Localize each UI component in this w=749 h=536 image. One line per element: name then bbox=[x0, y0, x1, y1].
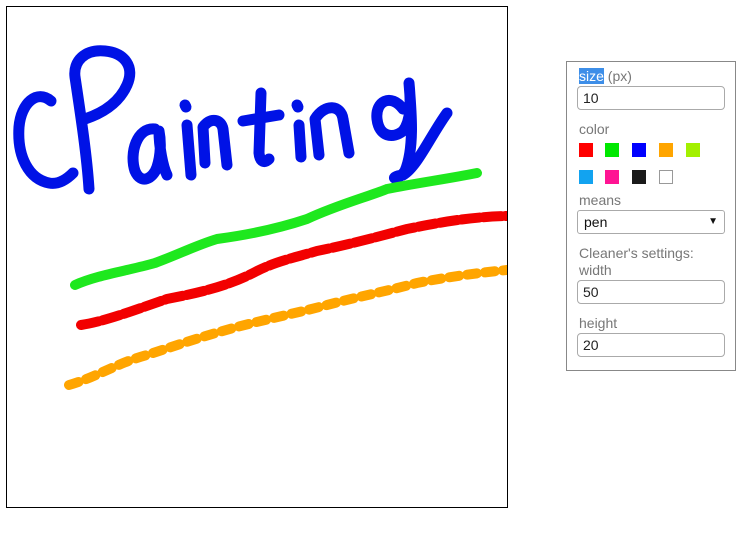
color-swatch-lightblue[interactable] bbox=[579, 170, 593, 184]
size-label: size (px) bbox=[579, 68, 632, 84]
color-label: color bbox=[579, 121, 610, 137]
color-swatch-white[interactable] bbox=[659, 170, 673, 184]
orange-dotted-stroke bbox=[64, 265, 507, 390]
blue-handwriting-stroke bbox=[13, 45, 453, 195]
size-input[interactable]: 10 bbox=[577, 86, 725, 110]
means-label: means bbox=[579, 192, 622, 208]
settings-panel: size (px) 10 color means pen ▼ Cleaner's… bbox=[566, 61, 736, 371]
size-label-unit: (px) bbox=[603, 68, 632, 84]
chevron-down-icon: ▼ bbox=[708, 216, 718, 227]
cleaner-settings-label: Cleaner's settings: bbox=[579, 245, 694, 261]
color-swatch-pink[interactable] bbox=[605, 170, 619, 184]
canvas-drawing bbox=[13, 45, 507, 390]
color-swatch-green[interactable] bbox=[605, 143, 619, 157]
means-select-value: pen bbox=[584, 214, 608, 230]
width-label: width bbox=[579, 262, 612, 278]
height-input[interactable]: 20 bbox=[577, 333, 725, 357]
size-label-highlight: size bbox=[579, 68, 604, 84]
color-swatch-black[interactable] bbox=[632, 170, 646, 184]
means-select[interactable]: pen ▼ bbox=[577, 210, 725, 234]
drawing-canvas[interactable] bbox=[6, 6, 508, 508]
color-swatch-lime[interactable] bbox=[686, 143, 700, 157]
width-input[interactable]: 50 bbox=[577, 280, 725, 304]
color-swatch-orange[interactable] bbox=[659, 143, 673, 157]
color-swatch-red[interactable] bbox=[579, 143, 593, 157]
color-swatch-blue[interactable] bbox=[632, 143, 646, 157]
height-label: height bbox=[579, 315, 618, 331]
